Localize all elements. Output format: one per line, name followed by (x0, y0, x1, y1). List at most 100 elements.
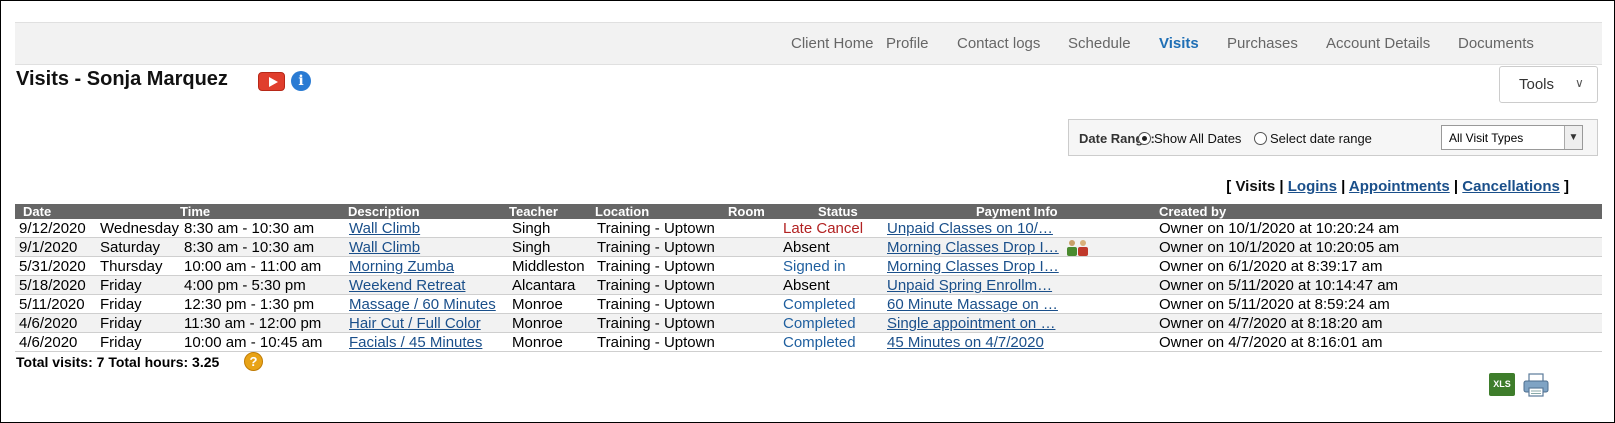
col-location-header[interactable]: Location (595, 204, 649, 219)
tab-account-details[interactable]: Account Details (1326, 35, 1430, 52)
cell-description-link[interactable]: Facials / 45 Minutes (349, 334, 482, 351)
cell-payment-link[interactable]: Morning Classes Drop I… (887, 239, 1059, 256)
cell-payment-link[interactable]: Single appointment on … (887, 315, 1055, 332)
cell-location: Training - Uptown (597, 258, 715, 275)
cell-location: Training - Uptown (597, 315, 715, 332)
cell-status: Late Cancel (783, 220, 864, 237)
separator: | (1341, 178, 1346, 195)
people-icon[interactable] (1065, 239, 1091, 256)
cell-location: Training - Uptown (597, 334, 715, 351)
show-all-dates-label[interactable]: Show All Dates (1154, 131, 1241, 146)
cell-day: Saturday (100, 239, 161, 256)
cell-description-link[interactable]: Massage / 60 Minutes (349, 296, 496, 313)
cell-payment-link[interactable]: Unpaid Classes on 10/… (887, 220, 1053, 237)
tab-documents[interactable]: Documents (1458, 35, 1534, 52)
tab-client-home[interactable]: Client Home (791, 35, 874, 52)
cell-status: Absent (783, 239, 830, 256)
col-payment-header[interactable]: Payment Info (976, 204, 1058, 219)
col-description-header[interactable]: Description (348, 204, 420, 219)
show-all-dates-radio[interactable] (1138, 132, 1151, 145)
table-header: Date Time Description Teacher Location R… (15, 204, 1602, 219)
cell-payment-link[interactable]: 60 Minute Massage on … (887, 296, 1058, 313)
cell-time: 8:30 am - 10:30 am (184, 239, 315, 256)
client-nav-bar: Client Home Profile Contact logs Schedul… (15, 22, 1602, 65)
cell-created: Owner on 6/1/2020 at 8:39:17 am (1159, 258, 1383, 275)
cell-created: Owner on 10/1/2020 at 10:20:05 am (1159, 239, 1400, 256)
cell-location: Training - Uptown (597, 277, 715, 294)
cell-date: 5/31/2020 (19, 258, 86, 275)
cell-description-link[interactable]: Wall Climb (349, 220, 420, 237)
cell-day: Friday (100, 296, 142, 313)
tools-button-label: Tools (1519, 76, 1555, 93)
video-play-icon[interactable] (258, 72, 285, 91)
select-date-range-radio[interactable] (1254, 132, 1267, 145)
cell-day: Friday (100, 315, 142, 332)
cell-payment-link[interactable]: Morning Classes Drop I… (887, 258, 1059, 275)
cell-created: Owner on 4/7/2020 at 8:18:20 am (1159, 315, 1383, 332)
cell-payment-link[interactable]: Unpaid Spring Enrollm… (887, 277, 1052, 294)
table-row: 5/11/2020 Friday 12:30 pm - 1:30 pm Mass… (15, 295, 1602, 314)
cell-created: Owner on 4/7/2020 at 8:16:01 am (1159, 334, 1383, 351)
col-time-header[interactable]: Time (180, 204, 210, 219)
col-room-header[interactable]: Room (728, 204, 765, 219)
tab-purchases[interactable]: Purchases (1227, 35, 1298, 52)
date-range-filter: Date Range: Show All Dates Select date r… (1068, 119, 1598, 156)
cell-teacher: Monroe (512, 296, 563, 313)
cell-date: 9/1/2020 (19, 239, 78, 256)
view-link-logins[interactable]: Logins (1288, 178, 1337, 195)
cell-time: 10:00 am - 10:45 am (184, 334, 323, 351)
cell-status: Absent (783, 277, 830, 294)
cell-date: 4/6/2020 (19, 315, 78, 332)
tab-contact-logs[interactable]: Contact logs (957, 35, 1040, 52)
view-link-cancellations[interactable]: Cancellations (1462, 178, 1560, 195)
cell-description-link[interactable]: Wall Climb (349, 239, 420, 256)
col-date-header[interactable]: Date (23, 204, 51, 219)
cell-time: 11:30 am - 12:00 pm (184, 315, 322, 332)
cell-date: 4/6/2020 (19, 334, 78, 351)
print-icon[interactable] (1522, 373, 1550, 397)
bracket-open: [ (1226, 178, 1232, 195)
cell-day: Thursday (100, 258, 163, 275)
cell-description-link[interactable]: Hair Cut / Full Color (349, 315, 481, 332)
col-teacher-header[interactable]: Teacher (509, 204, 558, 219)
cell-date: 9/12/2020 (19, 220, 86, 237)
totals-summary: Total visits: 7 Total hours: 3.25 (16, 354, 220, 370)
col-status-header[interactable]: Status (818, 204, 858, 219)
excel-export-icon[interactable]: XLS (1489, 373, 1515, 396)
table-row: 9/1/2020 Saturday 8:30 am - 10:30 am Wal… (15, 238, 1602, 257)
cell-time: 4:00 pm - 5:30 pm (184, 277, 306, 294)
chevron-down-icon: ∨ (1575, 76, 1584, 90)
tab-profile[interactable]: Profile (886, 35, 929, 52)
tab-visits[interactable]: Visits (1159, 35, 1199, 52)
cell-date: 5/11/2020 (19, 296, 85, 313)
visit-type-value: All Visit Types (1449, 131, 1524, 145)
separator: | (1453, 178, 1459, 195)
cell-status: Completed (783, 296, 856, 313)
view-link-appointments[interactable]: Appointments (1349, 178, 1450, 195)
cell-teacher: Singh (512, 239, 551, 256)
cell-description-link[interactable]: Morning Zumba (349, 258, 454, 275)
view-link-visits: Visits (1235, 178, 1276, 195)
table-row: 5/18/2020 Friday 4:00 pm - 5:30 pm Weeke… (15, 276, 1602, 295)
cell-created: Owner on 10/1/2020 at 10:20:24 am (1159, 220, 1400, 237)
table-row: 4/6/2020 Friday 11:30 am - 12:00 pm Hair… (15, 314, 1602, 333)
cell-payment-link[interactable]: 45 Minutes on 4/7/2020 (887, 334, 1044, 351)
help-icon[interactable]: ? (244, 352, 263, 371)
tools-button[interactable]: Tools ∨ (1499, 66, 1598, 103)
cell-teacher: Singh (512, 220, 551, 237)
bracket-close: ] (1564, 178, 1569, 195)
info-icon[interactable]: i (291, 71, 311, 91)
tab-schedule[interactable]: Schedule (1068, 35, 1131, 52)
col-created-header[interactable]: Created by (1159, 204, 1226, 219)
cell-location: Training - Uptown (597, 239, 715, 256)
cell-time: 8:30 am - 10:30 am (184, 220, 315, 237)
cell-teacher: Monroe (512, 334, 563, 351)
visit-type-select[interactable]: All Visit Types ▼ (1441, 125, 1583, 150)
cell-description-link[interactable]: Weekend Retreat (349, 277, 465, 294)
cell-day: Wednesday (100, 220, 179, 237)
cell-time: 10:00 am - 11:00 am (184, 258, 322, 275)
table-row: 9/12/2020 Wednesday 8:30 am - 10:30 am W… (15, 219, 1602, 238)
select-date-range-label[interactable]: Select date range (1270, 131, 1372, 146)
cell-date: 5/18/2020 (19, 277, 86, 294)
cell-teacher: Alcantara (512, 277, 576, 294)
